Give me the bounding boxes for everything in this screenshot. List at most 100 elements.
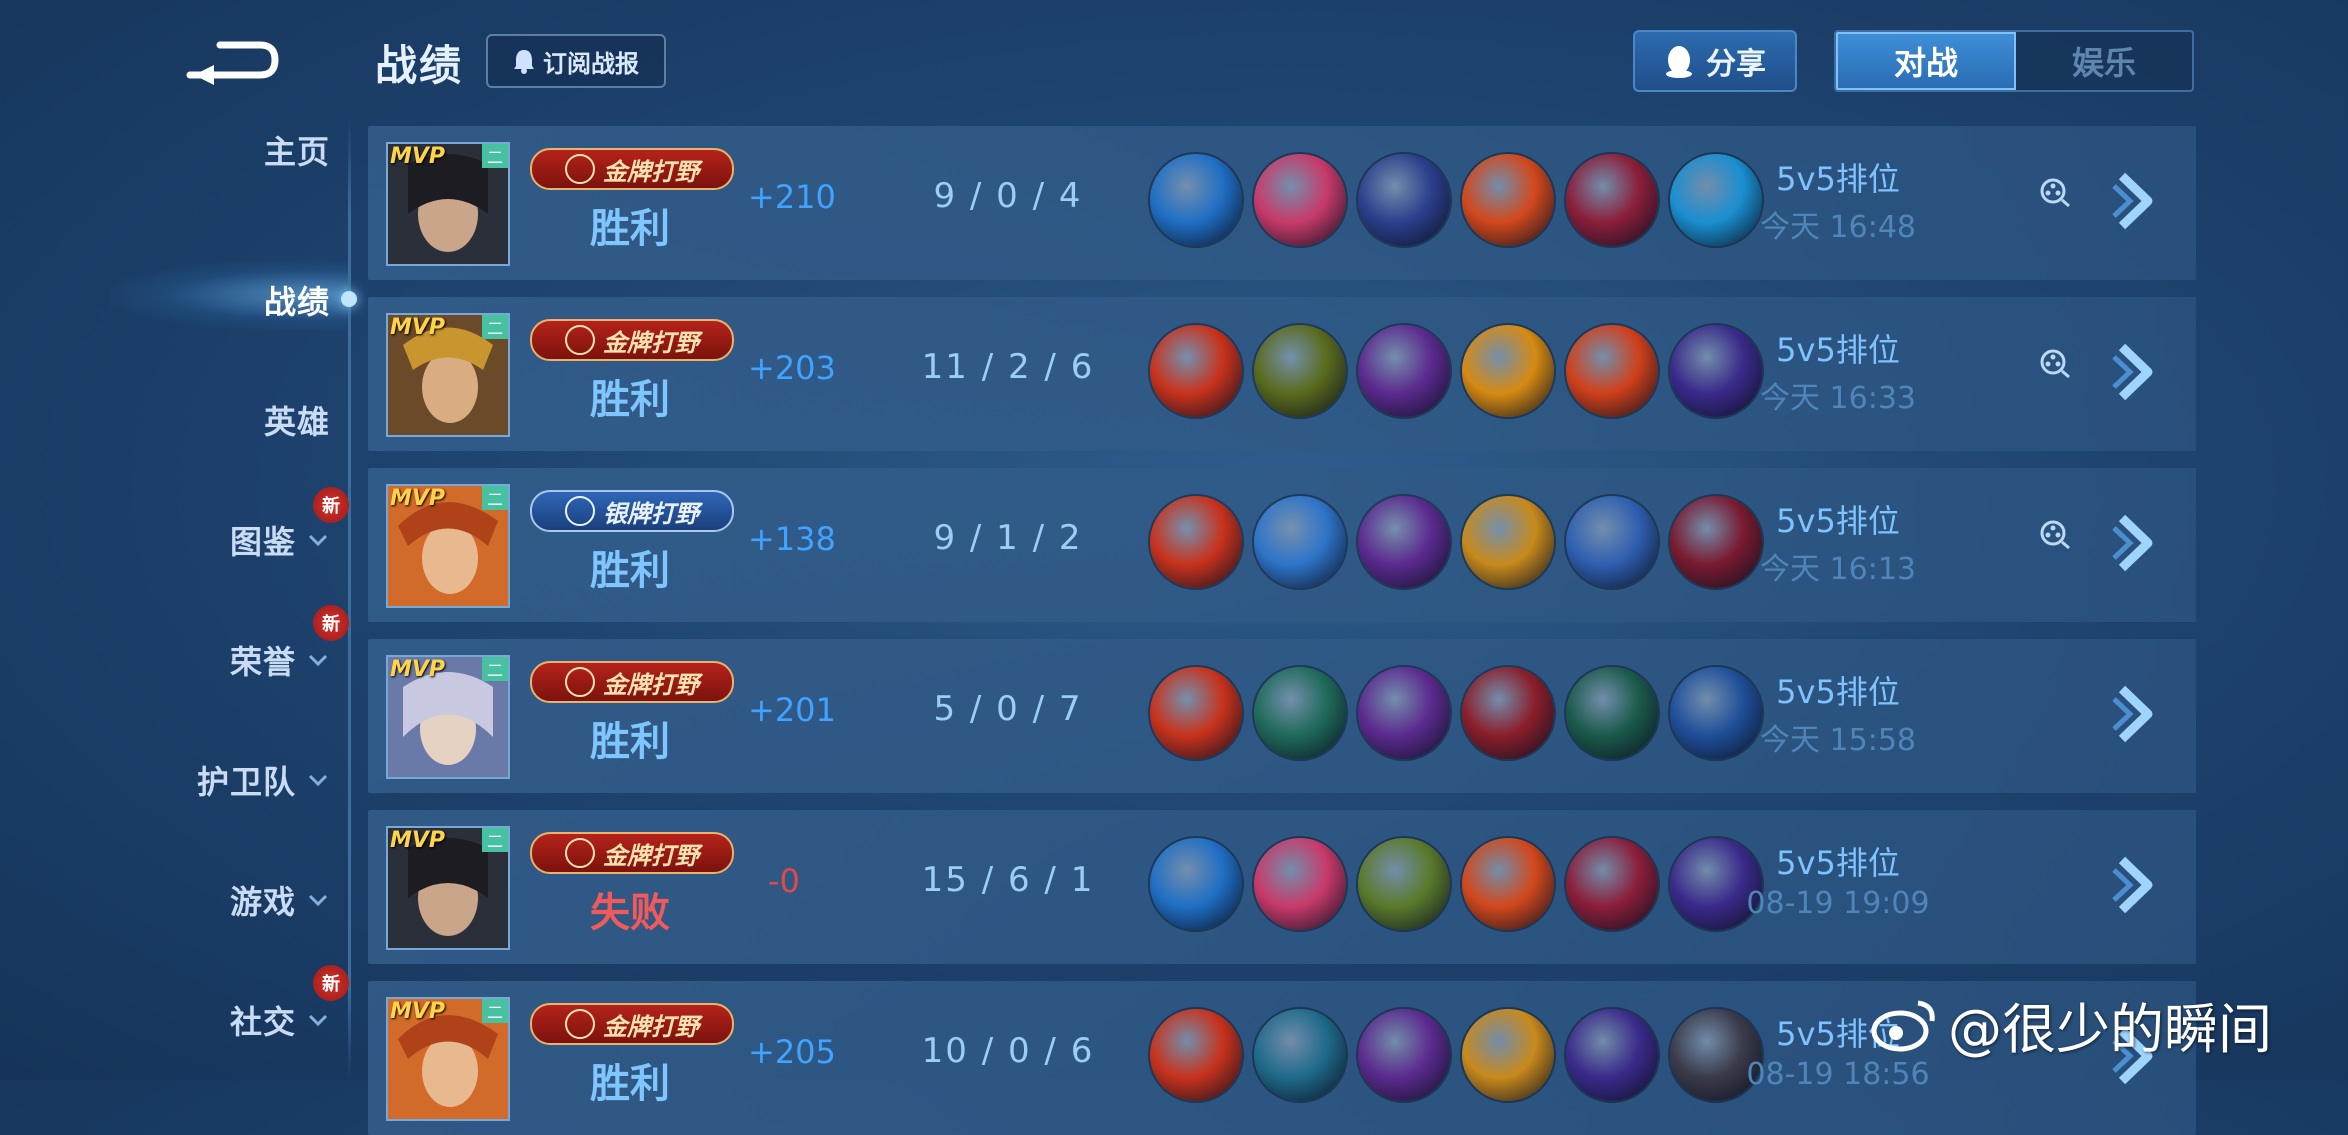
match-row[interactable]: MVP 二 金牌打野 胜利 +201 5 / 0 / 7 5v5排位 今天 15… — [368, 639, 2196, 793]
equipment-icon[interactable] — [1358, 667, 1450, 759]
match-row[interactable]: MVP 二 金牌打野 失败 -0 15 / 6 / 1 5v5排位 08-19 … — [368, 810, 2196, 964]
replay-icon[interactable] — [2038, 518, 2072, 552]
equipment-icon[interactable] — [1150, 325, 1242, 417]
mvp-label: MVP — [390, 828, 446, 853]
sidebar-divider — [348, 120, 351, 1080]
sidebar-item-label: 游戏 — [229, 883, 296, 921]
equipment-icon[interactable] — [1358, 325, 1450, 417]
sidebar-item-games[interactable]: 游戏 — [130, 865, 330, 935]
chevron-down-icon — [308, 894, 328, 907]
new-badge: 新 — [313, 965, 349, 1001]
sidebar-item-label: 社交 — [229, 1003, 296, 1041]
badge-swirl-icon — [565, 667, 595, 697]
match-row[interactable]: MVP 二 银牌打野 胜利 +138 9 / 1 / 2 5v5排位 今天 16… — [368, 468, 2196, 622]
equipment-icon[interactable] — [1566, 1009, 1658, 1101]
position-badge: 银牌打野 — [530, 490, 734, 532]
equipment-icon[interactable] — [1358, 154, 1450, 246]
equipment-icon[interactable] — [1358, 1009, 1450, 1101]
equipment-icon[interactable] — [1462, 1009, 1554, 1101]
equipment-icon[interactable] — [1462, 154, 1554, 246]
mode-tabs: 对战 娱乐 — [1834, 30, 2194, 92]
chevron-down-icon — [308, 534, 328, 547]
rank-mini-badge: 二 — [482, 657, 508, 681]
game-mode: 5v5排位 — [1776, 331, 1900, 369]
position-badge-label: 金牌打野 — [603, 670, 699, 699]
tab-entertainment[interactable]: 娱乐 — [2016, 32, 2192, 90]
match-row[interactable]: MVP 二 金牌打野 胜利 +210 9 / 0 / 4 5v5排位 今天 16… — [368, 126, 2196, 280]
equipment-icon[interactable] — [1254, 325, 1346, 417]
equipment-list — [1150, 496, 1762, 588]
subscribe-report-button[interactable]: 订阅战报 — [486, 34, 666, 88]
equipment-icon[interactable] — [1462, 325, 1554, 417]
position-badge-label: 金牌打野 — [603, 1012, 699, 1041]
game-mode: 5v5排位 — [1776, 160, 1900, 198]
match-time: 08-19 19:09 — [1746, 886, 1930, 921]
equipment-icon[interactable] — [1254, 154, 1346, 246]
rank-score-change: -0 — [768, 862, 800, 900]
weibo-logo-icon — [1871, 1000, 1935, 1051]
sidebar-item-codex[interactable]: 图鉴 — [130, 505, 330, 575]
equipment-icon[interactable] — [1566, 496, 1658, 588]
rank-mini-badge: 二 — [482, 486, 508, 510]
position-badge: 金牌打野 — [530, 148, 734, 190]
kda: 9 / 1 / 2 — [933, 518, 1083, 558]
match-time: 今天 16:48 — [1760, 210, 1916, 245]
back-arrow-icon — [186, 41, 279, 85]
chevron-right-icon[interactable] — [2108, 679, 2168, 749]
equipment-icon[interactable] — [1150, 838, 1242, 930]
chevron-right-icon[interactable] — [2108, 850, 2168, 920]
rank-mini-badge: 二 — [482, 315, 508, 339]
equipment-icon[interactable] — [1566, 325, 1658, 417]
chevron-right-icon[interactable] — [2108, 508, 2168, 578]
bell-icon — [514, 50, 534, 74]
equipment-icon[interactable] — [1566, 667, 1658, 759]
equipment-icon[interactable] — [1150, 496, 1242, 588]
equipment-icon[interactable] — [1566, 838, 1658, 930]
equipment-icon[interactable] — [1254, 838, 1346, 930]
position-badge-label: 金牌打野 — [603, 328, 699, 357]
chevron-right-icon[interactable] — [2108, 337, 2168, 407]
replay-icon[interactable] — [2038, 347, 2072, 381]
equipment-icon[interactable] — [1150, 667, 1242, 759]
replay-icon[interactable] — [2038, 176, 2072, 210]
rank-mini-badge: 二 — [482, 828, 508, 852]
back-button[interactable] — [180, 30, 280, 90]
chevron-right-icon[interactable] — [2108, 166, 2168, 236]
mvp-label: MVP — [390, 144, 446, 169]
kda: 5 / 0 / 7 — [933, 689, 1083, 729]
badge-swirl-icon — [565, 838, 595, 868]
equipment-icon[interactable] — [1150, 1009, 1242, 1101]
equipment-icon[interactable] — [1254, 496, 1346, 588]
game-mode: 5v5排位 — [1776, 673, 1900, 711]
share-label: 分享 — [1706, 47, 1766, 82]
equipment-icon[interactable] — [1254, 667, 1346, 759]
equipment-icon[interactable] — [1254, 1009, 1346, 1101]
match-result: 胜利 — [590, 719, 670, 765]
equipment-icon[interactable] — [1462, 496, 1554, 588]
position-badge-label: 金牌打野 — [603, 157, 699, 186]
equipment-icon[interactable] — [1566, 154, 1658, 246]
tab-battle[interactable]: 对战 — [1836, 32, 2016, 90]
position-badge: 金牌打野 — [530, 319, 734, 361]
equipment-icon[interactable] — [1358, 496, 1450, 588]
sidebar-item-guard-team[interactable]: 护卫队 — [130, 745, 330, 815]
chevron-down-icon — [308, 654, 328, 667]
sidebar-item-social[interactable]: 社交 — [130, 985, 330, 1055]
rank-score-change: +210 — [748, 178, 836, 216]
sidebar-item-home[interactable]: 主页 — [130, 115, 330, 185]
equipment-icon[interactable] — [1358, 838, 1450, 930]
page-title: 战绩 — [375, 41, 464, 90]
watermark-text: @很少的瞬间 — [1948, 998, 2272, 1061]
sidebar-item-label: 英雄 — [263, 403, 330, 441]
match-row[interactable]: MVP 二 金牌打野 胜利 +203 11 / 2 / 6 5v5排位 今天 1… — [368, 297, 2196, 451]
equipment-icon[interactable] — [1462, 667, 1554, 759]
sidebar-item-label: 战绩 — [263, 283, 330, 321]
watermark: @很少的瞬间 — [1870, 985, 2272, 1064]
share-button[interactable]: 分享 — [1633, 30, 1797, 92]
sidebar-item-honor[interactable]: 荣誉 — [130, 625, 330, 695]
sidebar-item-heroes[interactable]: 英雄 — [130, 385, 330, 455]
sidebar-item-records[interactable]: 战绩 — [130, 265, 330, 335]
equipment-icon[interactable] — [1150, 154, 1242, 246]
match-result: 胜利 — [590, 206, 670, 252]
equipment-icon[interactable] — [1462, 838, 1554, 930]
